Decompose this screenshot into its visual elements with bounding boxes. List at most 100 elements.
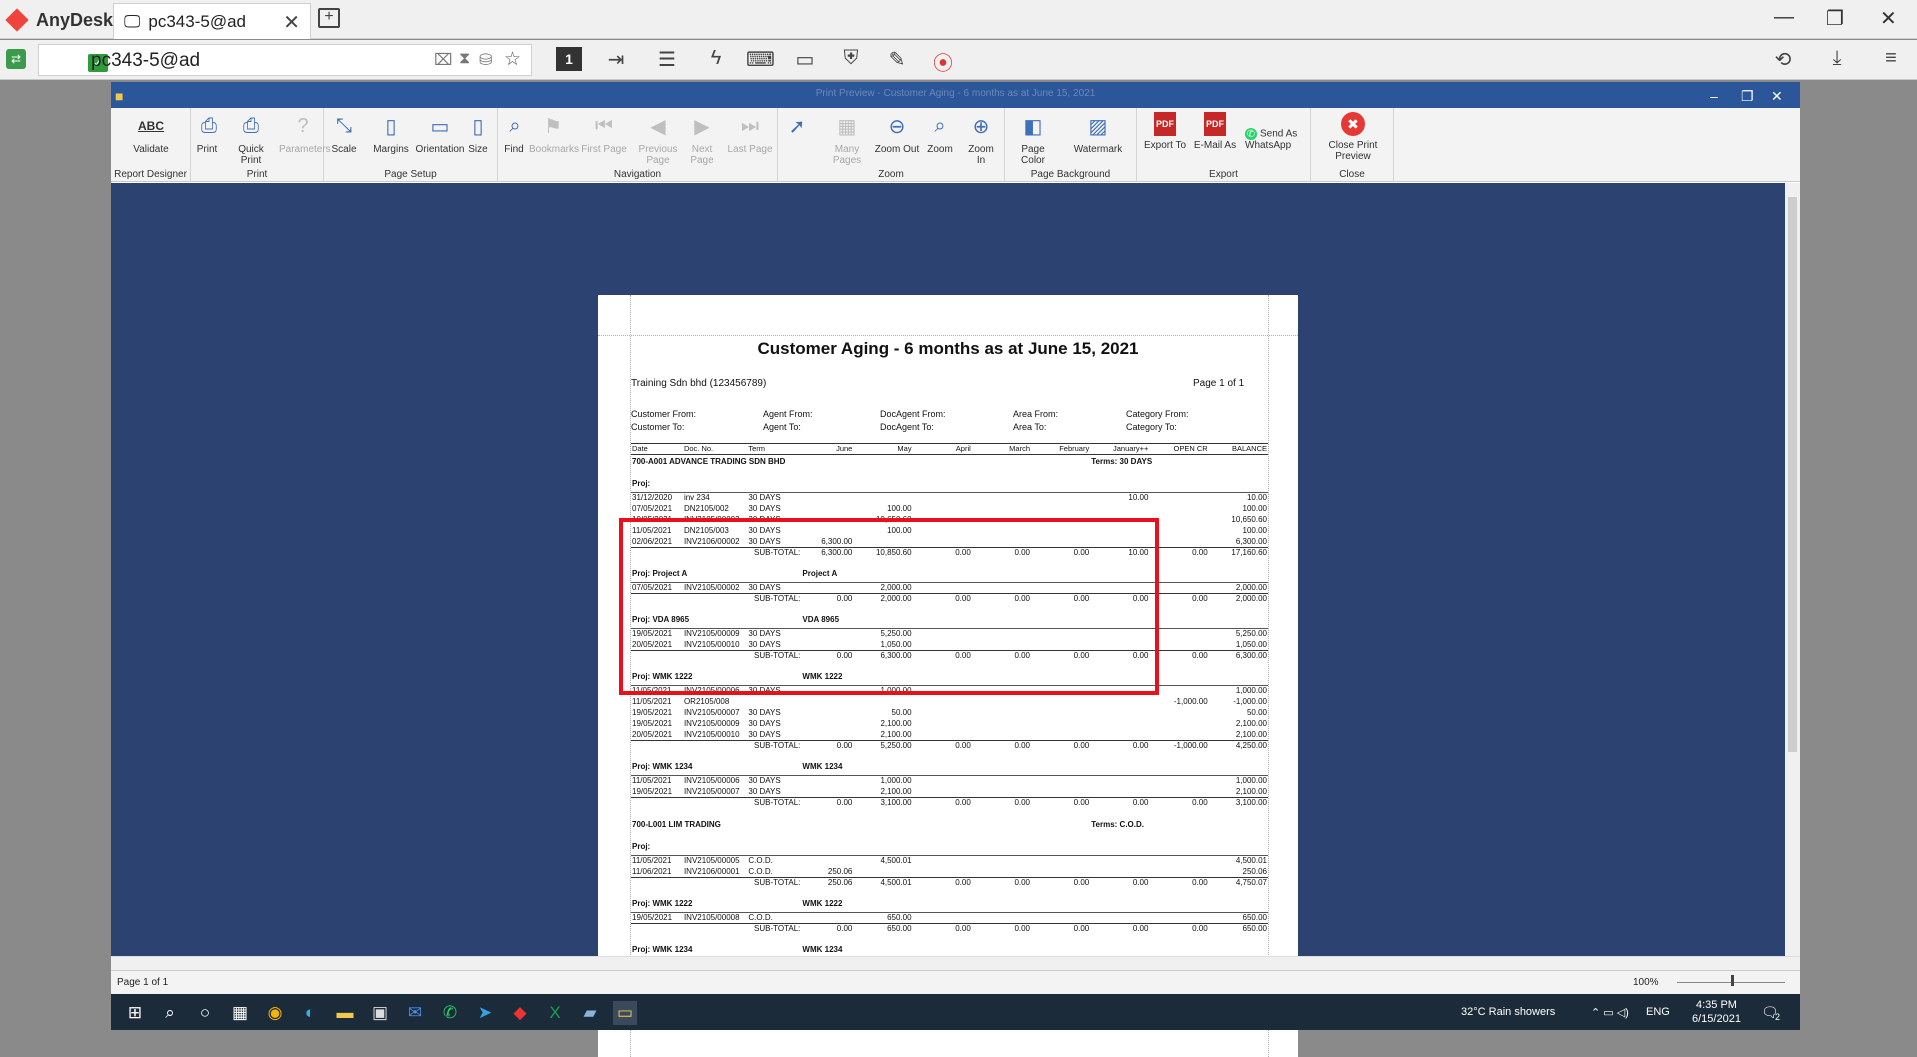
- table-cell: [1149, 493, 1208, 504]
- store-icon[interactable]: ▣: [368, 1001, 392, 1025]
- subtotal-value: 0.00: [1149, 797, 1209, 809]
- connection-icon[interactable]: ⇄: [6, 49, 26, 69]
- file-transfer-icon[interactable]: ⇥: [603, 47, 629, 72]
- close-tab-icon[interactable]: ✕: [283, 10, 300, 35]
- table-cell: [1090, 913, 1149, 924]
- timer-icon[interactable]: ⧗: [459, 50, 470, 68]
- whatsapp-taskbar-icon[interactable]: ✆: [438, 1001, 462, 1025]
- whiteboard-pen-icon[interactable]: ✎: [884, 47, 910, 72]
- subtotal-value: 0.00: [1031, 797, 1091, 809]
- table-cell: 650.00: [887, 913, 912, 922]
- table-cell: [972, 867, 1031, 878]
- e-mail-as-button[interactable]: PDF E-Mail As: [1193, 110, 1237, 151]
- clock-date[interactable]: 6/15/2021: [1692, 1013, 1741, 1025]
- chrome-icon[interactable]: ◉: [263, 1001, 287, 1025]
- mail-icon[interactable]: ✉: [403, 1001, 427, 1025]
- screen-number-badge[interactable]: 1: [556, 47, 582, 71]
- horizontal-scrollbar[interactable]: [111, 956, 1800, 970]
- task-view-icon[interactable]: ▦: [228, 1001, 252, 1025]
- table-cell: 250.06: [827, 866, 853, 876]
- orientation-button[interactable]: ▭ Orientation: [415, 110, 465, 156]
- table-row: 07/05/2021 DN2105/002 30 DAYS 100.00 100.00: [631, 504, 1268, 515]
- ribbon-group-label: Navigation: [613, 169, 662, 180]
- pointer-button[interactable]: ➚: [783, 110, 806, 144]
- remote-restore-icon[interactable]: ❐: [1741, 84, 1754, 108]
- send-as-whatsapp-button[interactable]: ✆ Send As WhatsApp: [1245, 110, 1311, 151]
- file-explorer-icon[interactable]: ▬: [333, 1001, 357, 1025]
- restore-window-icon[interactable]: ❐: [1826, 6, 1844, 31]
- find-button[interactable]: ⌕ Find: [501, 110, 527, 156]
- vertical-scrollbar[interactable]: [1785, 183, 1800, 956]
- table-cell: [801, 504, 853, 515]
- menu-hamburger-icon[interactable]: ≡: [1878, 47, 1904, 70]
- display-icon[interactable]: ▭: [792, 47, 818, 72]
- table-cell: 1,000.00: [1235, 686, 1267, 696]
- next-page-button[interactable]: ▶ Next Page: [681, 110, 723, 167]
- table-cell: 19/05/2021: [632, 719, 673, 728]
- download-icon[interactable]: ⤓: [1824, 47, 1850, 70]
- search-icon[interactable]: ⌕: [158, 1001, 182, 1025]
- customer-terms: Terms: C.O.D.: [1091, 819, 1144, 829]
- vertical-scroll-thumb[interactable]: [1788, 197, 1797, 752]
- cortana-icon[interactable]: ○: [193, 1001, 217, 1025]
- table-cell: 19/05/2021: [632, 913, 673, 922]
- table-cell: [972, 730, 1031, 741]
- zoom-slider-knob[interactable]: [1731, 975, 1734, 986]
- start-windows-icon[interactable]: ⊞: [123, 1001, 147, 1025]
- favorite-star-icon[interactable]: ☆: [504, 48, 521, 71]
- size-button[interactable]: ▯ Size: [463, 110, 493, 156]
- minimize-window-icon[interactable]: —: [1774, 6, 1794, 29]
- whatsapp-icon: ✆: [1245, 128, 1257, 140]
- storage-icon[interactable]: ⛁: [479, 50, 492, 70]
- anydesk-tabbar: AnyDesk 🖵 pc343-5@ad ✕ + — ❐ ✕: [0, 0, 1917, 39]
- remote-minimize-icon[interactable]: –: [1710, 84, 1718, 108]
- close-print-preview-button[interactable]: ✖ Close Print Preview: [1314, 110, 1392, 162]
- excel-icon[interactable]: X: [543, 1001, 567, 1025]
- app-taskbar-icon[interactable]: ▰: [578, 1001, 602, 1025]
- telegram-icon[interactable]: ➤: [473, 1001, 497, 1025]
- weather-text[interactable]: 32°C Rain showers: [1461, 1006, 1555, 1018]
- zoom-button[interactable]: ⌕ Zoom: [925, 110, 955, 156]
- customer-row: 700-L001 LIM TRADING Terms: C.O.D.: [631, 818, 1268, 832]
- table-cell: [972, 913, 1031, 924]
- zoom-out-button[interactable]: ⊖ Zoom Out: [873, 110, 921, 156]
- subtotal-value: 0.00: [971, 877, 1032, 889]
- privacy-icon[interactable]: ⌧: [434, 50, 452, 70]
- permissions-shield-icon[interactable]: ⛨: [838, 47, 864, 70]
- table-cell: 2,100.00: [880, 719, 912, 728]
- actions-lightning-icon[interactable]: ϟ: [703, 47, 729, 70]
- edge-icon[interactable]: ◐: [298, 1001, 322, 1025]
- chat-icon[interactable]: ☰: [654, 47, 680, 72]
- page-color-button[interactable]: ◧ Page Color: [1011, 110, 1055, 167]
- watermark-button[interactable]: ▨ Watermark: [1071, 110, 1125, 156]
- sql-account-taskbar-icon[interactable]: ▭: [613, 1001, 637, 1025]
- print-button[interactable]: ⎙ Print: [195, 110, 219, 156]
- tray-icons[interactable]: ⌃ ▭ ◁): [1591, 1006, 1629, 1019]
- previous-page-button[interactable]: ◀ Previous Page: [629, 110, 687, 167]
- last-page-button[interactable]: ⏭ Last Page: [727, 110, 773, 156]
- address-bar[interactable]: ✓ pc343-5@ad ⌧ ⧗ ⛁ ☆: [38, 44, 532, 76]
- table-cell: [972, 493, 1031, 504]
- keyboard-icon[interactable]: ⌨: [746, 47, 775, 72]
- export-to-button[interactable]: PDF Export To: [1143, 110, 1187, 151]
- anydesk-session-tab[interactable]: 🖵 pc343-5@ad ✕: [113, 3, 311, 39]
- zoom-in-button[interactable]: ⊕ Zoom In: [963, 110, 999, 167]
- new-tab-button[interactable]: +: [318, 8, 340, 28]
- close-window-icon[interactable]: ✕: [1880, 6, 1897, 31]
- parameters-button[interactable]: ? Parameters: [279, 110, 331, 156]
- clock-time[interactable]: 4:35 PM: [1696, 999, 1737, 1011]
- margins-button[interactable]: ▯ Margins: [373, 110, 409, 156]
- quick-print-button[interactable]: ⎙ Quick Print: [227, 110, 275, 167]
- history-icon[interactable]: ⟲: [1770, 47, 1796, 72]
- scale-button[interactable]: ⤡ Scale: [329, 110, 359, 156]
- anydesk-taskbar-icon[interactable]: ◆: [508, 1001, 532, 1025]
- first-page-button[interactable]: ⏮ First Page: [581, 110, 627, 156]
- record-icon[interactable]: ⦿: [930, 47, 956, 76]
- table-cell: 4,500.01: [1235, 856, 1267, 866]
- table-cell: DN2105/002: [683, 504, 729, 513]
- language-indicator[interactable]: ENG: [1646, 1006, 1670, 1018]
- remote-close-icon[interactable]: ✕: [1771, 84, 1783, 108]
- validate-button[interactable]: ABC Validate: [125, 110, 177, 155]
- bookmarks-button[interactable]: ⚑ Bookmarks: [529, 110, 579, 156]
- many-pages-button[interactable]: ▦ Many Pages: [823, 110, 871, 167]
